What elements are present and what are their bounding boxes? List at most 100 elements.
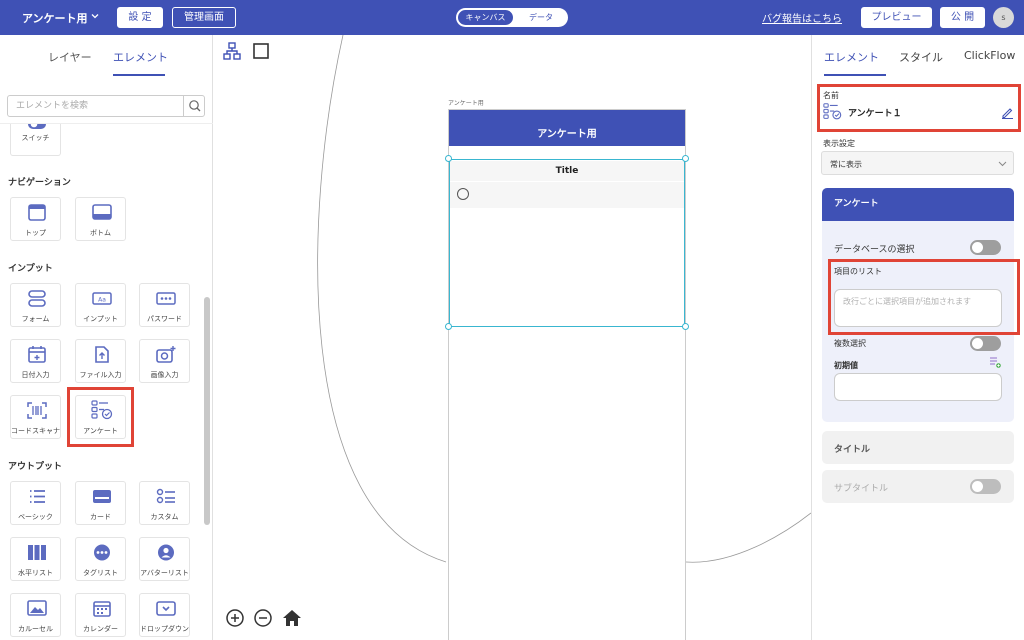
search-icon: [189, 100, 201, 112]
search-button[interactable]: [183, 96, 205, 116]
element-tile-label: ボトム: [90, 229, 111, 237]
element-tile-avatar-list[interactable]: アバターリスト: [139, 537, 190, 581]
element-tile-label: ドロップダウン: [140, 625, 189, 633]
element-tile-form[interactable]: フォーム: [10, 283, 61, 327]
resize-handle-bottom-right[interactable]: [682, 323, 689, 330]
survey-title: Title: [450, 161, 684, 181]
zoom-in-icon[interactable]: [225, 608, 245, 628]
element-tile-card[interactable]: カード: [75, 481, 126, 525]
element-tile-horizontal-list[interactable]: 水平リスト: [10, 537, 61, 581]
survey-option-row[interactable]: [450, 182, 684, 208]
frame-icon[interactable]: [252, 42, 270, 60]
element-search: [7, 95, 205, 117]
element-tile-password[interactable]: パスワード: [139, 283, 190, 327]
element-tile-calendar[interactable]: カレンダー: [75, 593, 126, 637]
bug-report-link[interactable]: バグ報告はこちら: [762, 10, 842, 25]
subtitle-section[interactable]: サブタイトル: [822, 470, 1014, 503]
tab-element[interactable]: エレメント: [824, 49, 879, 65]
element-search-input[interactable]: [8, 96, 183, 116]
element-tile-code-scanner[interactable]: コードスキャナ: [10, 395, 61, 439]
tab-clickflow[interactable]: ClickFlow: [964, 49, 1015, 62]
database-select-label: データベースの選択: [834, 245, 915, 255]
element-tile-image-input[interactable]: 画像入力: [139, 339, 190, 383]
phone-screen[interactable]: アンケート用 Title: [445, 109, 689, 640]
element-tile-dropdown[interactable]: ドロップダウン: [139, 593, 190, 637]
basic-list-icon: [30, 490, 45, 503]
image-input-icon: [156, 346, 176, 363]
element-tile-basic[interactable]: ベーシック: [10, 481, 61, 525]
multi-select-toggle[interactable]: [970, 336, 1001, 351]
radio-button[interactable]: [457, 188, 469, 200]
highlight-item-list: [828, 259, 1020, 335]
initial-value-input[interactable]: [834, 373, 1002, 401]
file-input-icon: [95, 346, 109, 363]
phone-header[interactable]: アンケート用: [449, 110, 685, 146]
element-tile-date-input[interactable]: 日付入力: [10, 339, 61, 383]
top-bar: アンケート用 設 定 管理画面 キャンバス データ バグ報告はこちら プレビュー…: [0, 0, 1024, 35]
tab-elements[interactable]: エレメント: [113, 49, 168, 65]
element-tile-custom[interactable]: カスタム: [139, 481, 190, 525]
element-tile-input[interactable]: Aa インプット: [75, 283, 126, 327]
element-tile-label: パスワード: [147, 315, 182, 323]
tab-style[interactable]: スタイル: [899, 49, 943, 65]
element-tile-carousel[interactable]: カルーセル: [10, 593, 61, 637]
left-panel: レイヤー エレメント スイッチ ナビゲーション トップ ボトム インプット フォ…: [0, 35, 213, 640]
card-icon: [93, 490, 111, 503]
element-tile-label: フォーム: [21, 315, 50, 323]
element-tile-file-input[interactable]: ファイル入力: [75, 339, 126, 383]
selected-survey-element[interactable]: Title: [449, 159, 685, 327]
calendar-icon: [93, 601, 111, 617]
display-setting-label: 表示設定: [823, 139, 855, 148]
element-tile-label: 日付入力: [21, 371, 50, 379]
element-tile-bottom[interactable]: ボトム: [75, 197, 126, 241]
publish-button[interactable]: 公 開: [940, 7, 985, 28]
title-section[interactable]: タイトル: [822, 431, 1014, 464]
element-tile-label: カレンダー: [83, 625, 118, 633]
element-tile-label: トップ: [25, 229, 46, 237]
left-panel-scrollbar[interactable]: [204, 297, 210, 525]
resize-handle-bottom-left[interactable]: [445, 323, 452, 330]
element-tile-switch[interactable]: スイッチ: [10, 124, 61, 156]
preview-button[interactable]: プレビュー: [861, 7, 932, 28]
database-select-toggle[interactable]: [970, 240, 1001, 255]
custom-list-icon: [156, 488, 175, 504]
app-name[interactable]: アンケート用: [22, 10, 88, 26]
right-panel: エレメント スタイル ClickFlow 名前 アンケート１ 表示設定 常に表示…: [811, 35, 1024, 640]
section-title-input: インプット: [8, 264, 53, 274]
initial-value-label: 初期値: [834, 361, 858, 370]
home-icon[interactable]: [282, 608, 302, 628]
tab-layers[interactable]: レイヤー: [48, 49, 92, 65]
avatar[interactable]: s: [993, 7, 1014, 28]
resize-handle-top-left[interactable]: [445, 155, 452, 162]
survey-card-title[interactable]: アンケート: [822, 188, 1014, 221]
display-setting-select[interactable]: 常に表示: [821, 151, 1014, 175]
form-icon: [28, 290, 46, 307]
settings-button[interactable]: 設 定: [117, 7, 163, 28]
element-tile-label: スイッチ: [21, 134, 50, 142]
canvas[interactable]: アンケート用 アンケート用 Title: [213, 35, 811, 640]
admin-button[interactable]: 管理画面: [172, 7, 236, 28]
active-tab-indicator: [113, 74, 165, 76]
bottom-nav-icon: [92, 204, 112, 220]
active-tab-indicator: [824, 74, 886, 76]
element-tile-top[interactable]: トップ: [10, 197, 61, 241]
chevron-down-icon[interactable]: [90, 11, 100, 21]
subtitle-toggle[interactable]: [970, 479, 1001, 494]
add-variable-icon[interactable]: [989, 356, 1001, 368]
mode-data-tab[interactable]: データ: [516, 10, 566, 25]
element-tile-label: インプット: [83, 315, 118, 323]
code-scanner-icon: [27, 402, 47, 419]
element-tile-label: コードスキャナ: [11, 427, 60, 435]
mode-toggle[interactable]: キャンバス データ: [456, 8, 568, 27]
mode-canvas-tab[interactable]: キャンバス: [458, 10, 513, 25]
sitemap-icon[interactable]: [223, 42, 241, 60]
element-list[interactable]: スイッチ ナビゲーション トップ ボトム インプット フォーム Aa インプット…: [0, 123, 213, 640]
switch-icon: [28, 124, 46, 129]
subtitle-section-label: サブタイトル: [834, 484, 889, 494]
screen-name-label: アンケート用: [448, 100, 484, 107]
resize-handle-top-right[interactable]: [682, 155, 689, 162]
carousel-icon: [27, 600, 47, 616]
zoom-out-icon[interactable]: [253, 608, 273, 628]
element-tile-tag-list[interactable]: タグリスト: [75, 537, 126, 581]
element-tile-label: ベーシック: [18, 513, 53, 521]
